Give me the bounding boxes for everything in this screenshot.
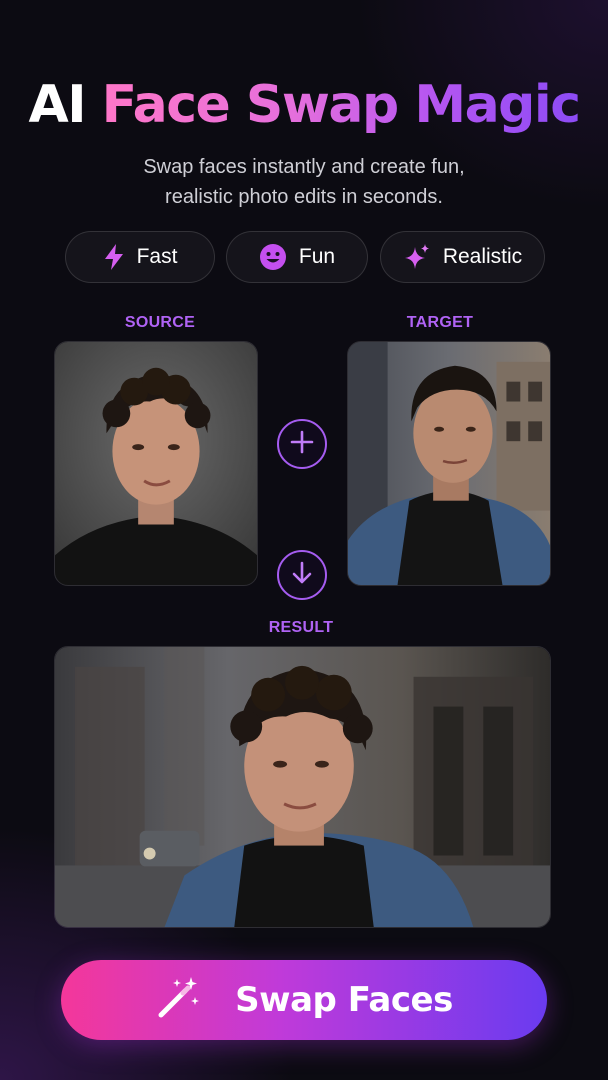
- source-label: SOURCE: [124, 314, 196, 331]
- page-title: AI Face Swap Magic: [0, 72, 608, 138]
- result-label: RESULT: [268, 619, 334, 636]
- sparkle-icon: [403, 243, 431, 271]
- source-photo[interactable]: [54, 341, 258, 586]
- feature-pill-fun: Fun: [226, 231, 368, 283]
- feature-pill-realistic: Realistic: [380, 231, 545, 283]
- subtitle-line-1: Swap faces instantly and create fun,: [143, 156, 465, 178]
- plus-icon: [289, 429, 315, 459]
- magic-wand-icon: [155, 975, 201, 1025]
- result-photo[interactable]: [54, 646, 551, 928]
- combine-button[interactable]: [277, 419, 327, 469]
- feature-label-fun: Fun: [298, 245, 336, 268]
- arrow-down-icon: [290, 560, 314, 590]
- smiley-icon: [259, 243, 287, 271]
- target-photo[interactable]: [347, 341, 551, 586]
- subtitle-line-2: realistic photo edits in seconds.: [165, 186, 443, 208]
- lightning-icon: [103, 243, 125, 271]
- target-label: TARGET: [406, 314, 474, 331]
- feature-label-realistic: Realistic: [442, 245, 523, 268]
- swap-faces-button[interactable]: Swap Faces: [61, 960, 547, 1040]
- page-subtitle: Swap faces instantly and create fun, rea…: [0, 152, 608, 212]
- swap-faces-label: Swap Faces: [235, 980, 453, 1020]
- title-gradient: Face Swap Magic: [101, 75, 581, 135]
- feature-pill-fast: Fast: [65, 231, 215, 283]
- arrow-down-button: [277, 550, 327, 600]
- feature-label-fast: Fast: [136, 245, 178, 268]
- title-plain: AI: [28, 75, 86, 135]
